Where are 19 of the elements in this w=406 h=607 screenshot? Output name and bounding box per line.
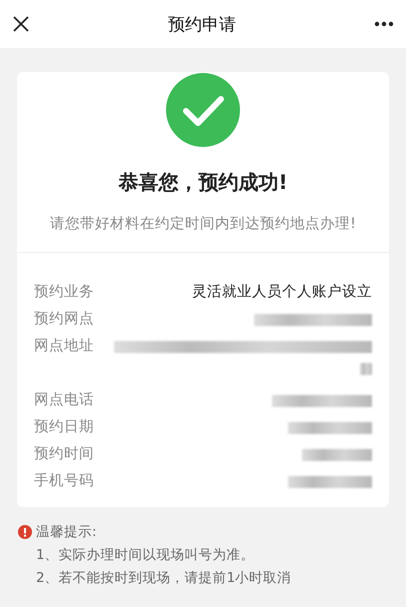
detail-label: 预约日期: [34, 418, 94, 437]
notice-title: 温馨提示:: [36, 523, 97, 541]
detail-label: 预约时间: [34, 445, 94, 464]
warning-icon: [18, 525, 32, 539]
close-icon[interactable]: [12, 15, 30, 33]
more-icon[interactable]: [374, 21, 394, 27]
result-message: 请您带好材料在约定时间内到达预约地点办理!: [50, 214, 356, 233]
result-title: 恭喜您，预约成功!: [118, 169, 288, 196]
detail-label: 预约网点: [34, 310, 94, 329]
detail-label: 预约业务: [34, 283, 94, 302]
notice-line: 2、若不能按时到现场，请提前1小时取消: [35, 569, 292, 587]
detail-label: 网点电话: [34, 391, 94, 410]
detail-label: 网点地址: [34, 337, 94, 356]
redacted-value: [360, 363, 372, 375]
detail-label: 手机号码: [34, 472, 94, 491]
redacted-value: [302, 449, 372, 461]
page-title: 预约申请: [168, 14, 236, 36]
notice-line: 1、实际办理时间以现场叫号为准。: [35, 546, 256, 564]
detail-value: 灵活就业人员个人账户设立: [192, 283, 372, 302]
